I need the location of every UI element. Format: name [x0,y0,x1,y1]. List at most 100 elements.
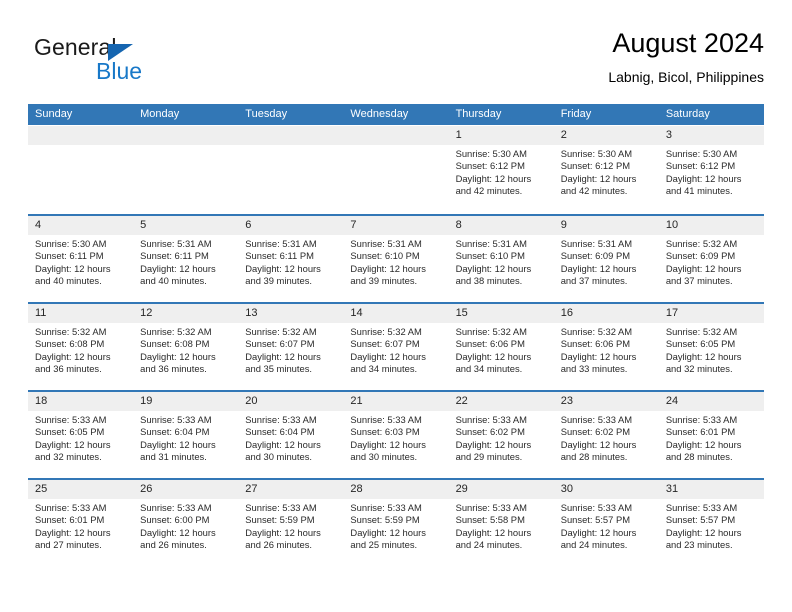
day-cell[interactable]: 27 Sunrise: 5:33 AM Sunset: 5:59 PM Dayligh… [238,480,344,566]
daylight-text-line2: and 28 minutes. [560,450,628,462]
day-cell[interactable]: 23 Sunrise: 5:33 AM Sunset: 6:02 PM Dayligh… [553,392,659,478]
day-cell[interactable]: 16 Sunrise: 5:32 AM Sunset: 6:06 PM Dayligh… [553,304,659,390]
day-cell[interactable]: 19 Sunrise: 5:33 AM Sunset: 6:04 PM Dayligh… [133,392,239,478]
daylight-text-line2: and 37 minutes. [665,274,733,286]
day-cell[interactable]: 15 Sunrise: 5:32 AM Sunset: 6:06 PM Dayligh… [448,304,554,390]
day-cell[interactable]: 10 Sunrise: 5:32 AM Sunset: 6:09 PM Dayligh… [658,216,764,302]
sunset-text: Sunset: 6:11 PM [245,250,314,262]
daylight-text-line1: Daylight: 12 hours [140,526,216,538]
day-cell[interactable]: 21 Sunrise: 5:33 AM Sunset: 6:03 PM Dayligh… [343,392,449,478]
day-cell[interactable]: 6 Sunrise: 5:31 AM Sunset: 6:11 PM Daylight… [238,216,344,302]
day-info: Sunrise: 5:33 AM Sunset: 5:59 PM Daylight:… [343,499,448,551]
brand-name-blue: Blue [96,58,143,84]
daylight-text-line1: Daylight: 12 hours [140,438,216,450]
day-cell[interactable]: 20 Sunrise: 5:33 AM Sunset: 6:04 PM Dayligh… [238,392,344,478]
day-number: 27 [238,480,344,499]
sunrise-text: Sunrise: 5:33 AM [35,414,107,425]
day-cell[interactable]: 9 Sunrise: 5:31 AM Sunset: 6:09 PM Daylight… [553,216,659,302]
daylight-text-line1: Daylight: 12 hours [455,526,532,538]
sunset-text: Sunset: 6:02 PM [455,426,525,438]
day-cell[interactable]: 24 Sunrise: 5:33 AM Sunset: 6:01 PM Dayligh… [658,392,764,478]
daylight-text-line1: Daylight: 12 hours [665,172,742,184]
sunrise-text: Sunrise: 5:32 AM [140,326,212,337]
daylight-text-line1: Daylight: 12 hours [350,262,426,274]
daylight-text-line2: and 26 minutes. [245,538,312,550]
day-number: 19 [133,392,239,411]
day-number: 26 [133,480,239,499]
sunset-text: Sunset: 6:11 PM [35,250,104,262]
daylight-text-line1: Daylight: 12 hours [35,262,111,274]
day-cell[interactable]: 29 Sunrise: 5:33 AM Sunset: 5:58 PM Dayligh… [448,480,554,566]
day-info: Sunrise: 5:31 AM Sunset: 6:10 PM Daylight:… [449,235,554,287]
sunrise-text: Sunrise: 5:33 AM [560,502,633,513]
day-cell[interactable]: 5 Sunrise: 5:31 AM Sunset: 6:11 PM Daylight… [133,216,239,302]
week-row: 11 Sunrise: 5:32 AM Sunset: 6:08 PM Dayligh… [28,302,764,390]
day-cell[interactable]: 13 Sunrise: 5:32 AM Sunset: 6:07 PM Dayligh… [238,304,344,390]
weekday-header-row: Sunday Monday Tuesday Wednesday Thursday… [28,104,764,125]
day-cell[interactable]: 2 Sunrise: 5:30 AM Sunset: 6:12 PM Daylight… [553,126,659,214]
day-number: 6 [238,216,344,235]
weeks-container: 1 Sunrise: 5:30 AM Sunset: 6:12 PM Daylight… [28,126,764,566]
day-info: Sunrise: 5:32 AM Sunset: 6:06 PM Daylight:… [449,323,554,375]
daylight-text-line2: and 38 minutes. [455,274,523,286]
sunset-text: Sunset: 6:05 PM [665,338,736,350]
title-block: August 2024 Labnig, Bicol, Philippines [608,26,764,87]
sunrise-text: Sunrise: 5:33 AM [665,502,738,513]
weekday-header-thursday: Thursday [455,108,502,120]
sunrise-text: Sunrise: 5:31 AM [560,238,633,249]
sunset-text: Sunset: 6:11 PM [140,250,209,262]
day-cell[interactable]: 8 Sunrise: 5:31 AM Sunset: 6:10 PM Daylight… [448,216,554,302]
day-cell[interactable]: 1 Sunrise: 5:30 AM Sunset: 6:12 PM Daylight… [448,126,554,214]
day-cell[interactable]: 28 Sunrise: 5:33 AM Sunset: 5:59 PM Dayligh… [343,480,449,566]
day-info: Sunrise: 5:33 AM Sunset: 6:02 PM Daylight:… [449,411,554,463]
sunrise-text: Sunrise: 5:32 AM [665,238,738,249]
sunrise-text: Sunrise: 5:31 AM [140,238,212,249]
day-info: Sunrise: 5:30 AM Sunset: 6:12 PM Daylight:… [659,145,764,197]
daylight-text-line2: and 25 minutes. [350,538,418,550]
daylight-text-line2: and 27 minutes. [35,538,102,550]
day-cell[interactable]: 18 Sunrise: 5:33 AM Sunset: 6:05 PM Dayligh… [28,392,134,478]
daylight-text-line1: Daylight: 12 hours [560,172,637,184]
daylight-text-line2: and 40 minutes. [140,274,207,286]
sunrise-text: Sunrise: 5:33 AM [455,502,527,513]
sunset-text: Sunset: 6:02 PM [560,426,631,438]
sunset-text: Sunset: 6:08 PM [35,338,105,350]
day-info: Sunrise: 5:33 AM Sunset: 6:03 PM Daylight:… [343,411,448,463]
daylight-text-line2: and 30 minutes. [245,450,312,462]
day-cell[interactable]: 22 Sunrise: 5:33 AM Sunset: 6:02 PM Dayligh… [448,392,554,478]
day-info: Sunrise: 5:30 AM Sunset: 6:11 PM Daylight:… [28,235,133,287]
sunrise-text: Sunrise: 5:31 AM [455,238,527,249]
sunset-text: Sunset: 6:01 PM [35,514,105,526]
page-title: August 2024 [612,28,764,58]
day-cell[interactable]: 31 Sunrise: 5:33 AM Sunset: 5:57 PM Dayligh… [658,480,764,566]
sunrise-text: Sunrise: 5:33 AM [455,414,527,425]
sunset-text: Sunset: 5:57 PM [665,514,736,526]
sunrise-text: Sunrise: 5:33 AM [665,414,738,425]
day-cell[interactable]: 14 Sunrise: 5:32 AM Sunset: 6:07 PM Dayligh… [343,304,449,390]
day-cell[interactable]: 4 Sunrise: 5:30 AM Sunset: 6:11 PM Daylight… [28,216,134,302]
day-cell[interactable]: 26 Sunrise: 5:33 AM Sunset: 6:00 PM Dayligh… [133,480,239,566]
sunrise-text: Sunrise: 5:33 AM [245,502,317,513]
daylight-text-line1: Daylight: 12 hours [245,262,321,274]
sunrise-text: Sunrise: 5:33 AM [245,414,317,425]
sunrise-text: Sunrise: 5:30 AM [560,148,633,159]
day-cell[interactable]: 12 Sunrise: 5:32 AM Sunset: 6:08 PM Dayligh… [133,304,239,390]
sunset-text: Sunset: 6:12 PM [455,160,525,172]
day-info: Sunrise: 5:33 AM Sunset: 6:05 PM Daylight:… [28,411,133,463]
day-cell[interactable]: 30 Sunrise: 5:33 AM Sunset: 5:57 PM Dayligh… [553,480,659,566]
day-cell[interactable]: 25 Sunrise: 5:33 AM Sunset: 6:01 PM Dayligh… [28,480,134,566]
daylight-text-line1: Daylight: 12 hours [455,350,532,362]
daylight-text-line1: Daylight: 12 hours [245,350,321,362]
day-cell[interactable]: 7 Sunrise: 5:31 AM Sunset: 6:10 PM Daylight… [343,216,449,302]
day-cell[interactable]: 11 Sunrise: 5:32 AM Sunset: 6:08 PM Dayligh… [28,304,134,390]
day-cell[interactable]: 3 Sunrise: 5:30 AM Sunset: 6:12 PM Daylight… [658,126,764,214]
day-cell-empty [343,126,449,214]
day-number: 22 [448,392,554,411]
week-row: 25 Sunrise: 5:33 AM Sunset: 6:01 PM Dayligh… [28,478,764,566]
day-cell[interactable]: 17 Sunrise: 5:32 AM Sunset: 6:05 PM Dayligh… [658,304,764,390]
weekday-header-sunday: Sunday [35,108,73,120]
brand-logo[interactable]: General Blue [34,34,244,90]
day-info: Sunrise: 5:32 AM Sunset: 6:08 PM Daylight:… [28,323,133,375]
sunrise-text: Sunrise: 5:30 AM [35,238,107,249]
daylight-text-line2: and 32 minutes. [35,450,102,462]
